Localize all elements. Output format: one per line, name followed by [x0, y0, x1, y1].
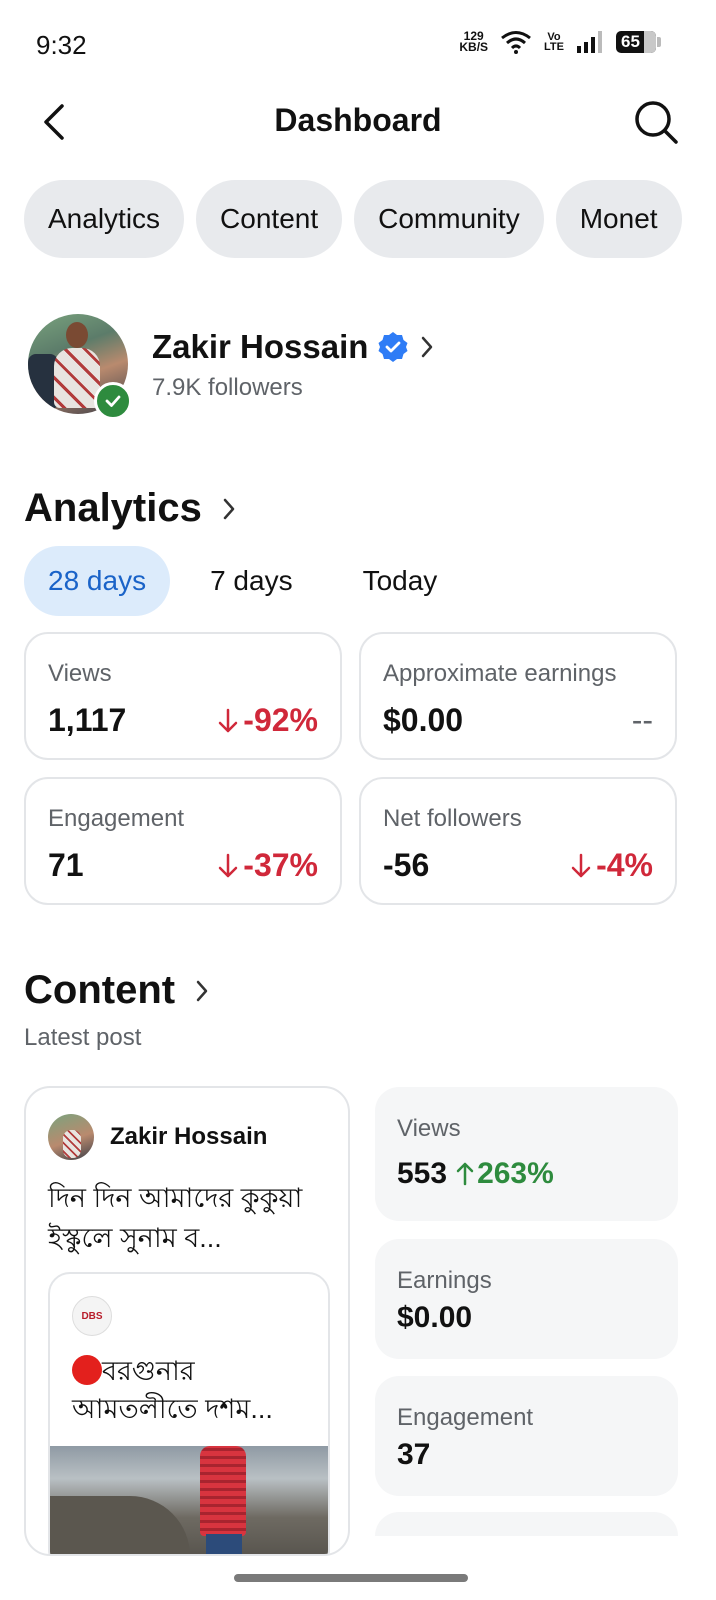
- stat-change-value: 263%: [477, 1157, 554, 1190]
- post-stat-views[interactable]: Views 553 263%: [375, 1087, 678, 1221]
- chip-community[interactable]: Community: [354, 180, 544, 258]
- metric-change-value: --: [631, 702, 653, 738]
- arrow-down-icon: [571, 853, 591, 877]
- profile-followers: 7.9K followers: [152, 374, 303, 401]
- volte-bottom: LTE: [544, 41, 564, 53]
- metric-label: Approximate earnings: [383, 660, 617, 687]
- avatar-head-shape: [66, 322, 88, 348]
- metric-label: Net followers: [383, 805, 522, 832]
- metric-card-engagement[interactable]: Engagement 71 -37%: [24, 777, 342, 905]
- metric-change-value: -37%: [243, 847, 318, 883]
- content-section-header[interactable]: Content: [24, 968, 211, 1013]
- metric-change: --: [632, 702, 653, 739]
- chevron-right-icon: [196, 980, 208, 1001]
- latest-post-card[interactable]: Zakir Hossain দিন দিন আমাদের কুকুয়া ইস্…: [24, 1086, 350, 1556]
- shared-post-image: [50, 1446, 328, 1554]
- stat-label: Engagement: [397, 1404, 534, 1431]
- stat-value: 37: [397, 1438, 431, 1471]
- status-icons: 129 KB/S Vo LTE 65: [459, 30, 661, 54]
- metric-label: Views: [48, 660, 112, 687]
- chip-analytics[interactable]: Analytics: [24, 180, 185, 258]
- profile-summary[interactable]: Zakir Hossain 7.9K followers: [28, 314, 716, 424]
- metric-value: 71: [48, 847, 84, 883]
- content-title: Content: [24, 968, 176, 1012]
- stat-label: Views: [397, 1115, 461, 1142]
- check-icon: [105, 395, 121, 407]
- arrow-up-icon: [456, 1162, 474, 1186]
- metric-change: -4%: [570, 847, 653, 884]
- post-stat-engagement[interactable]: Engagement 37: [375, 1376, 678, 1496]
- tab-28-days[interactable]: 28 days: [24, 546, 171, 616]
- dashboard-category-chips: Analytics Content Community Monet: [24, 180, 716, 258]
- stat-value-row: 553 263%: [397, 1157, 554, 1191]
- battery-empty-area: [644, 31, 656, 53]
- stat-value: 553: [397, 1157, 448, 1190]
- search-icon: [635, 101, 678, 144]
- stat-change: 263%: [455, 1157, 554, 1191]
- latest-post-label: Latest post: [24, 1024, 142, 1051]
- tab-7-days[interactable]: 7 days: [180, 546, 323, 616]
- metric-value: 1,117: [48, 702, 127, 738]
- metric-value: $0.00: [383, 702, 464, 738]
- metric-change: -92%: [217, 702, 318, 739]
- post-stat-next[interactable]: [375, 1512, 678, 1536]
- post-author-name: Zakir Hossain: [110, 1123, 268, 1150]
- arrow-down-icon: [219, 708, 238, 732]
- tab-today[interactable]: Today: [333, 546, 468, 616]
- chip-content[interactable]: Content: [196, 180, 343, 258]
- metric-card-net-followers[interactable]: Net followers -56 -4%: [359, 777, 677, 905]
- profile-name: Zakir Hossain: [152, 328, 369, 365]
- signal-icon: [577, 31, 602, 53]
- metric-change-value: -4%: [596, 847, 653, 883]
- metric-value: -56: [383, 847, 430, 883]
- analytics-section-header[interactable]: Analytics: [24, 486, 238, 531]
- battery-indicator: 65: [616, 31, 661, 53]
- chevron-right-icon: [223, 498, 235, 519]
- stat-label: Earnings: [397, 1267, 492, 1294]
- stat-value: $0.00: [397, 1301, 473, 1334]
- post-text: দিন দিন আমাদের কুকুয়া ইস্কুলে সুনাম ব..…: [48, 1183, 303, 1253]
- stat-value-row: $0.00: [397, 1301, 472, 1335]
- search-button[interactable]: [632, 98, 680, 146]
- network-speed-unit: KB/S: [459, 40, 489, 54]
- metric-change-value: -92%: [243, 702, 318, 738]
- battery-level: 65: [621, 32, 640, 51]
- red-circle-icon: [72, 1355, 102, 1385]
- metric-card-views[interactable]: Views 1,117 -92%: [24, 632, 342, 760]
- top-app-bar: Dashboard: [0, 90, 716, 156]
- home-indicator[interactable]: [234, 1574, 468, 1582]
- metric-change: -37%: [217, 847, 318, 884]
- shared-post-text: বরগুনার আমতলীতে দশম...: [72, 1352, 322, 1428]
- post-stat-earnings[interactable]: Earnings $0.00: [375, 1239, 678, 1359]
- period-tabs: 28 days 7 days Today: [24, 546, 467, 616]
- status-time: 9:32: [36, 30, 87, 60]
- profile-name-row: Zakir Hossain: [152, 328, 436, 366]
- shared-post-card[interactable]: DBS বরগুনার আমতলীতে দশম...: [48, 1272, 330, 1554]
- avatar: [48, 1114, 94, 1160]
- metric-label: Engagement: [48, 805, 185, 832]
- status-bar: 9:32 129 KB/S Vo LTE 65: [0, 0, 716, 90]
- shared-page-logo: DBS: [72, 1296, 112, 1336]
- image-person-shape: [200, 1446, 246, 1536]
- stat-value-row: 37: [397, 1438, 430, 1472]
- network-speed: 129 KB/S: [459, 30, 489, 54]
- post-author-row: Zakir Hossain: [48, 1114, 267, 1160]
- metric-card-earnings[interactable]: Approximate earnings $0.00 --: [359, 632, 677, 760]
- image-log-shape: [50, 1496, 190, 1554]
- volte-indicator: Vo LTE: [544, 32, 564, 53]
- wifi-icon: [501, 31, 531, 54]
- chip-monetization[interactable]: Monet: [555, 180, 682, 258]
- arrow-down-icon: [219, 853, 238, 877]
- chevron-right-icon: [422, 336, 433, 358]
- shared-post-text-content: বরগুনার আমতলীতে দশম...: [72, 1356, 273, 1424]
- image-person-legs-shape: [206, 1534, 242, 1554]
- verified-icon: [378, 332, 408, 362]
- page-title: Dashboard: [274, 102, 442, 138]
- analytics-title: Analytics: [24, 486, 202, 530]
- online-check-badge: [94, 382, 132, 420]
